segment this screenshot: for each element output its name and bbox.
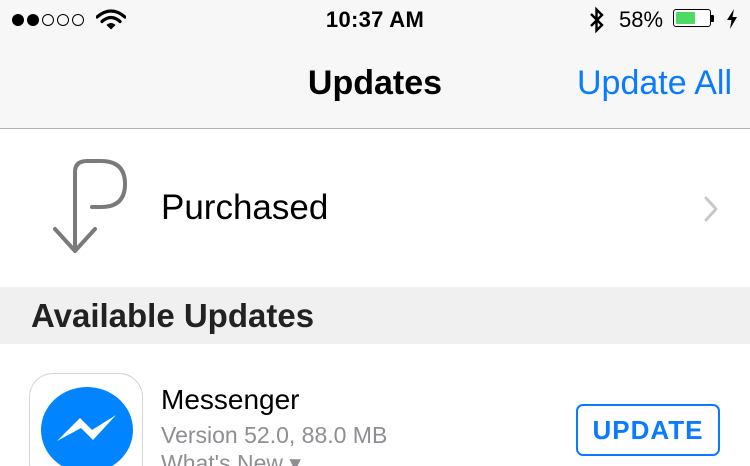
app-store-updates-screen: 10:37 AM 58% Updates Update All Purchase…: [0, 0, 750, 466]
battery-percent: 58%: [619, 7, 664, 32]
app-version: Version 52.0, 88.0 MB: [161, 422, 388, 448]
chevron-right-icon: [703, 196, 719, 227]
whats-new-link[interactable]: What's New ▾: [161, 450, 301, 466]
messenger-app-icon[interactable]: [29, 373, 143, 466]
purchased-arrow-icon: [50, 157, 130, 262]
messenger-icon: [41, 387, 133, 466]
bluetooth-icon: [588, 6, 606, 39]
top-bar: 10:37 AM 58% Updates Update All: [0, 0, 750, 129]
update-button[interactable]: UPDATE: [576, 404, 720, 456]
purchased-label: Purchased: [161, 188, 329, 227]
section-title: Available Updates: [31, 297, 315, 334]
update-all-button[interactable]: Update All: [577, 64, 732, 103]
charging-bolt-icon: [725, 8, 739, 35]
status-bar: 10:37 AM 58%: [0, 0, 750, 40]
purchased-row[interactable]: Purchased: [0, 129, 750, 287]
battery-fill: [676, 12, 695, 24]
app-update-row: Messenger Version 52.0, 88.0 MB What's N…: [0, 344, 750, 466]
battery-icon: [673, 9, 715, 29]
app-name: Messenger: [161, 384, 300, 415]
section-header: Available Updates: [0, 287, 750, 344]
